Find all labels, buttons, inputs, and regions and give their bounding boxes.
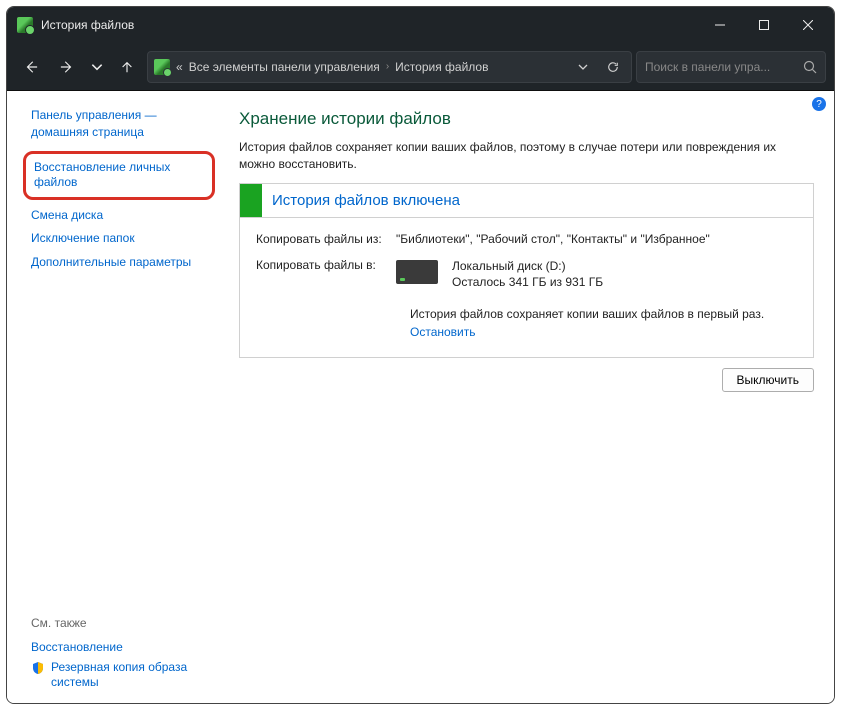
search-input[interactable] <box>645 60 803 74</box>
location-icon <box>154 59 170 75</box>
up-button[interactable] <box>111 51 143 83</box>
back-button[interactable] <box>15 51 47 83</box>
shield-icon <box>31 661 45 675</box>
refresh-button[interactable] <box>599 53 627 81</box>
stop-link[interactable]: Остановить <box>410 325 476 339</box>
page-title: Хранение истории файлов <box>239 109 814 129</box>
close-button[interactable] <box>786 7 830 43</box>
window-title: История файлов <box>41 18 698 32</box>
address-bar[interactable]: « Все элементы панели управления › Истор… <box>147 51 632 83</box>
copy-to-label: Копировать файлы в: <box>256 258 396 292</box>
disk-name: Локальный диск (D:) <box>452 258 603 275</box>
status-panel: История файлов включена Копировать файлы… <box>239 183 814 359</box>
sidebar-item-exclude-folders[interactable]: Исключение папок <box>31 227 207 251</box>
drive-icon <box>396 260 438 284</box>
page-description: История файлов сохраняет копии ваших фай… <box>239 139 814 173</box>
titlebar: История файлов <box>7 7 834 43</box>
sidebar-item-recovery[interactable]: Восстановление <box>31 636 207 660</box>
breadcrumb-item[interactable]: Все элементы панели управления <box>189 60 380 74</box>
turn-off-button[interactable]: Выключить <box>722 368 814 392</box>
sidebar-item-restore-files[interactable]: Восстановление личных файлов <box>23 151 215 200</box>
recent-dropdown[interactable] <box>87 51 107 83</box>
sidebar-item-system-image-backup[interactable]: Резервная копия образа системы <box>51 660 207 691</box>
copy-from-label: Копировать файлы из: <box>256 232 396 246</box>
maximize-button[interactable] <box>742 7 786 43</box>
minimize-button[interactable] <box>698 7 742 43</box>
file-history-icon <box>17 17 33 33</box>
see-also-label: См. также <box>31 616 207 630</box>
forward-button[interactable] <box>51 51 83 83</box>
disk-space: Осталось 341 ГБ из 931 ГБ <box>452 274 603 291</box>
help-icon[interactable]: ? <box>812 97 826 111</box>
address-dropdown[interactable] <box>569 53 597 81</box>
sidebar: Панель управления — домашняя страница Во… <box>7 91 217 703</box>
navbar: « Все элементы панели управления › Истор… <box>7 43 834 91</box>
status-title: История файлов включена <box>262 184 470 217</box>
breadcrumb-item[interactable]: История файлов <box>395 60 488 74</box>
search-box[interactable] <box>636 51 826 83</box>
breadcrumb-prefix: « <box>176 60 183 74</box>
search-icon <box>803 60 817 74</box>
sidebar-item-select-drive[interactable]: Смена диска <box>31 204 207 228</box>
sidebar-item-advanced-settings[interactable]: Дополнительные параметры <box>31 251 207 275</box>
copy-from-value: "Библиотеки", "Рабочий стол", "Контакты"… <box>396 232 797 246</box>
status-message: История файлов сохраняет копии ваших фай… <box>410 305 797 323</box>
status-indicator <box>240 184 262 217</box>
main-content: Хранение истории файлов История файлов с… <box>217 91 834 703</box>
chevron-right-icon[interactable]: › <box>386 61 389 72</box>
control-panel-home-link[interactable]: Панель управления — домашняя страница <box>31 107 207 141</box>
